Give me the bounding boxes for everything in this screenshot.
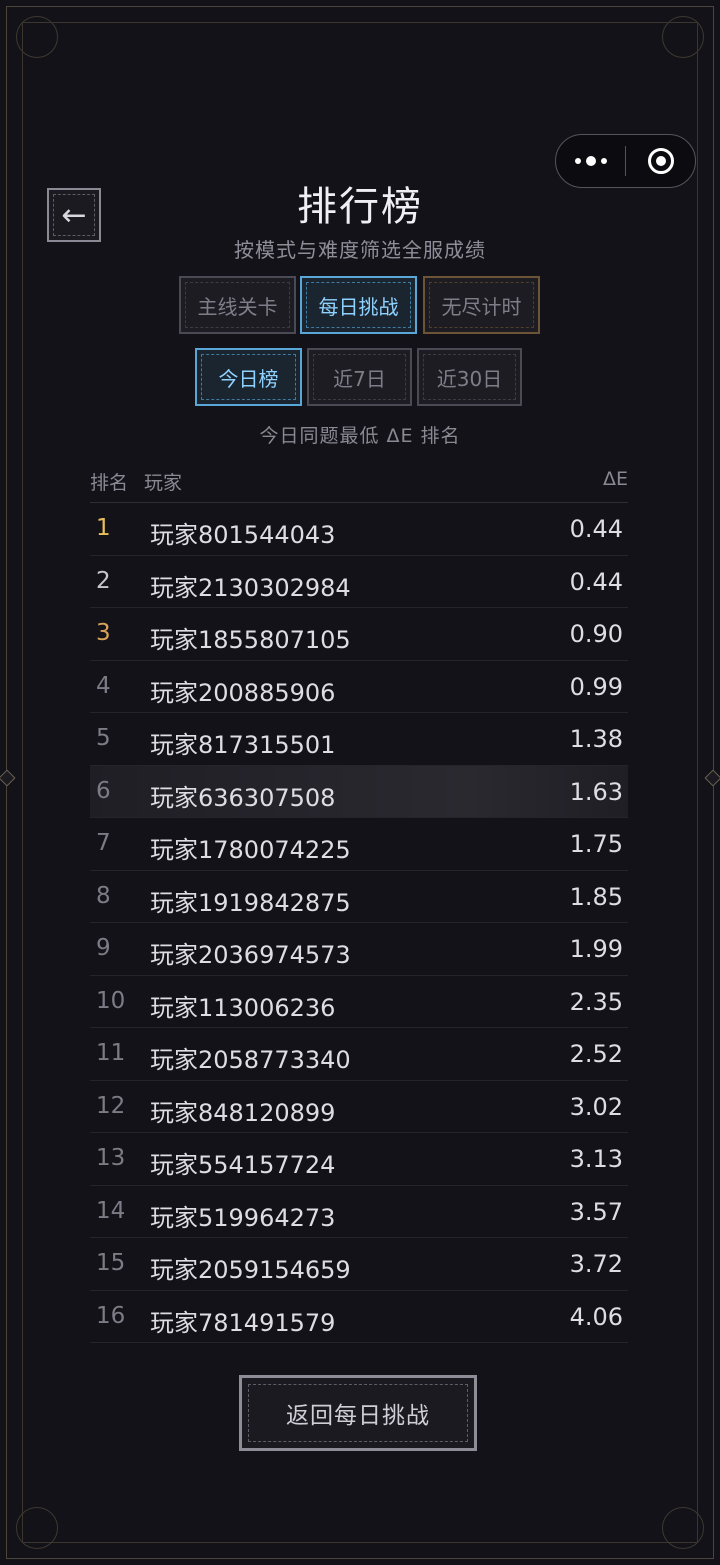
rank-cell: 1	[96, 515, 111, 541]
player-cell: 玩家2058773340	[150, 1046, 351, 1074]
table-row-current-player: 6 玩家636307508 1.63	[90, 765, 628, 818]
rank-cell: 12	[96, 1092, 126, 1119]
rank-cell: 4	[96, 672, 111, 699]
leaderboard-list[interactable]: 1 玩家801544043 0.44 2 玩家2130302984 0.44 3…	[90, 503, 628, 1363]
delta-cell: 1.38	[569, 725, 623, 753]
tab-label: 无尽计时	[441, 294, 522, 319]
table-row: 3 玩家1855807105 0.90	[90, 608, 628, 661]
table-row: 14 玩家519964273 3.57	[90, 1186, 628, 1238]
delta-cell: 1.99	[569, 935, 623, 963]
table-row: 12 玩家848120899 3.02	[90, 1081, 628, 1133]
table-row: 2 玩家2130302984 0.44	[90, 556, 628, 608]
rank-cell: 14	[96, 1197, 126, 1224]
rank-cell: 2	[96, 567, 111, 594]
more-dots-icon	[574, 156, 607, 166]
delta-cell: 0.44	[569, 515, 623, 543]
table-row: 8 玩家1919842875 1.85	[90, 871, 628, 923]
player-cell: 玩家848120899	[150, 1098, 336, 1127]
table-row: 16 玩家781491579 4.06	[90, 1291, 628, 1343]
corner-ornament	[662, 16, 704, 58]
rank-cell: 8	[96, 882, 111, 909]
corner-ornament	[16, 16, 58, 58]
ranking-hint: 今日同题最低 ΔE 排名	[259, 425, 461, 447]
delta-cell: 2.35	[569, 987, 623, 1016]
delta-cell: 0.44	[569, 567, 623, 596]
rank-cell: 16	[96, 1302, 126, 1329]
col-delta-header: ΔE	[602, 468, 628, 490]
tab-label: 每日挑战	[318, 294, 399, 319]
player-cell: 玩家1919842875	[150, 888, 351, 917]
player-cell: 玩家1855807105	[150, 626, 351, 654]
tab-label: 近7日	[333, 366, 386, 391]
rank-cell: 13	[96, 1145, 126, 1171]
back-to-daily-label: 返回每日挑战	[286, 1403, 430, 1429]
rank-cell: 9	[96, 935, 111, 961]
tab-label: 今日榜	[218, 366, 279, 391]
table-row: 10 玩家113006236 2.35	[90, 976, 628, 1028]
delta-cell: 4.06	[569, 1302, 623, 1331]
player-cell: 玩家1780074225	[150, 836, 351, 864]
col-player-header: 玩家	[144, 472, 183, 494]
delta-cell: 0.90	[569, 620, 623, 648]
delta-cell: 2.52	[569, 1040, 623, 1068]
tab-main-levels[interactable]: 主线关卡	[179, 276, 296, 334]
delta-cell: 3.02	[569, 1092, 623, 1121]
col-rank-header: 排名	[90, 472, 129, 494]
table-row: 1 玩家801544043 0.44	[90, 503, 628, 556]
delta-cell: 1.63	[569, 777, 623, 806]
tab-today[interactable]: 今日榜	[195, 348, 302, 406]
player-cell: 玩家817315501	[150, 731, 336, 759]
table-row: 15 玩家2059154659 3.72	[90, 1238, 628, 1291]
table-row: 4 玩家200885906 0.99	[90, 661, 628, 713]
target-icon	[647, 148, 674, 174]
player-cell: 玩家554157724	[150, 1151, 336, 1179]
corner-ornament	[662, 1507, 704, 1549]
rank-cell: 6	[96, 777, 111, 804]
player-cell: 玩家200885906	[150, 678, 336, 707]
delta-cell: 3.72	[569, 1250, 623, 1278]
delta-cell: 0.99	[569, 672, 623, 701]
tab-label: 近30日	[436, 366, 503, 391]
tab-endless-timed[interactable]: 无尽计时	[423, 276, 540, 334]
player-cell: 玩家801544043	[150, 521, 336, 549]
player-cell: 玩家2036974573	[150, 941, 351, 969]
table-header: 排名 玩家 ΔE	[90, 466, 628, 503]
tab-30-days[interactable]: 近30日	[417, 348, 522, 406]
table-row: 13 玩家554157724 3.13	[90, 1133, 628, 1186]
rank-cell: 10	[96, 987, 126, 1014]
player-cell: 玩家519964273	[150, 1203, 336, 1232]
rank-cell: 15	[96, 1250, 126, 1276]
rank-cell: 7	[96, 830, 111, 856]
side-ornament	[704, 769, 720, 787]
table-row: 9 玩家2036974573 1.99	[90, 923, 628, 976]
player-cell: 玩家781491579	[150, 1308, 336, 1337]
delta-cell: 1.85	[569, 882, 623, 911]
rank-cell: 5	[96, 725, 111, 751]
tab-daily-challenge[interactable]: 每日挑战	[300, 276, 417, 334]
player-cell: 玩家636307508	[150, 783, 336, 812]
player-cell: 玩家2059154659	[150, 1256, 351, 1284]
page-subtitle: 按模式与难度筛选全服成绩	[234, 238, 486, 262]
rank-cell: 3	[96, 620, 111, 646]
back-to-daily-button[interactable]: 返回每日挑战	[239, 1375, 477, 1451]
corner-ornament	[16, 1507, 58, 1549]
page-title: 排行榜	[297, 184, 423, 230]
delta-cell: 3.57	[569, 1197, 623, 1226]
tab-7-days[interactable]: 近7日	[307, 348, 412, 406]
delta-cell: 3.13	[569, 1145, 623, 1173]
side-ornament	[0, 769, 16, 787]
player-cell: 玩家2130302984	[150, 573, 351, 602]
table-row: 11 玩家2058773340 2.52	[90, 1028, 628, 1081]
tab-label: 主线关卡	[197, 294, 278, 319]
table-row: 5 玩家817315501 1.38	[90, 713, 628, 766]
rank-cell: 11	[96, 1040, 126, 1066]
table-row: 7 玩家1780074225 1.75	[90, 818, 628, 871]
delta-cell: 1.75	[569, 830, 623, 858]
player-cell: 玩家113006236	[150, 993, 336, 1022]
